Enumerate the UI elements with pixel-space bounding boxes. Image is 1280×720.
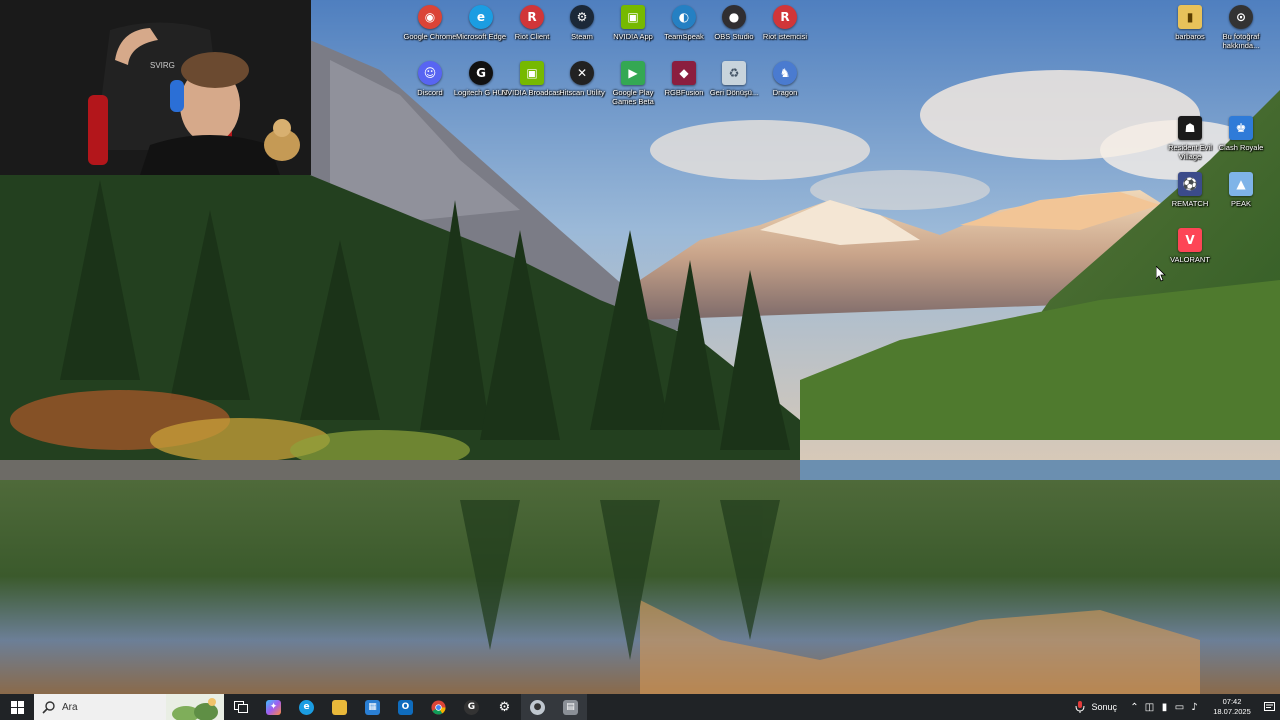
- desktop-icon-label: VALORANT: [1170, 255, 1210, 264]
- clock[interactable]: 07:42 18.07.2025: [1206, 697, 1258, 717]
- tray-volume-button[interactable]: ♪: [1187, 694, 1202, 720]
- obs-icon: ●: [722, 5, 746, 29]
- taskbar-app-file-explorer[interactable]: [323, 694, 356, 720]
- google-play-games-icon: ▶: [621, 61, 645, 85]
- desktop-icon-label: Clash Royale: [1218, 143, 1264, 152]
- weather-text: Sonuç: [1091, 702, 1117, 712]
- settings-icon: ⚙: [498, 699, 511, 715]
- valorant-icon: V: [1178, 228, 1202, 252]
- clock-date: 18.07.2025: [1213, 707, 1251, 716]
- tray-camera-button[interactable]: ◫: [1142, 694, 1157, 720]
- steam-icon: ⚙: [570, 5, 594, 29]
- obs-icon: ●: [530, 699, 545, 715]
- taskbar-app-outlook[interactable]: O: [389, 694, 422, 720]
- rematch-icon: ⚽: [1178, 172, 1202, 196]
- desktop-icon-label: Bu fotoğraf hakkında...: [1222, 32, 1260, 50]
- discord-icon: ☺: [418, 61, 442, 85]
- desktop-icon-resident-evil-village[interactable]: ☗ Resident Evil Village: [1164, 116, 1216, 161]
- svg-text:SVIRG: SVIRG: [150, 61, 175, 70]
- camera-icon: ◫: [1144, 701, 1155, 713]
- mic-tray-icon: ▮: [1161, 701, 1168, 713]
- taskbar-app-edge[interactable]: e: [290, 694, 323, 720]
- notification-center-button[interactable]: [1258, 694, 1280, 720]
- tray-mic-button[interactable]: ▮: [1157, 694, 1172, 720]
- desktop-icon-google-play-games[interactable]: ▶ Google Play Games Beta: [607, 61, 659, 106]
- nvidia-broadcast-icon: ▣: [520, 61, 544, 85]
- volume-icon: ♪: [1191, 701, 1198, 713]
- search-icon: [42, 701, 55, 714]
- search-placeholder: Ara: [62, 701, 78, 713]
- clash-royale-icon: ♚: [1229, 116, 1253, 140]
- taskbar-app-ghub[interactable]: G: [455, 694, 488, 720]
- hitscan-icon: ✕: [570, 61, 594, 85]
- desktop-icon-clash-royale[interactable]: ♚ Clash Royale: [1215, 116, 1267, 152]
- file-explorer-icon: [332, 699, 347, 715]
- desktop-icon-photo-info[interactable]: ⊙ Bu fotoğraf hakkında...: [1215, 5, 1267, 50]
- desktop-icon-riot-istemcisi[interactable]: R Riot istemcisi: [759, 5, 811, 41]
- webcam-overlay: SVIRG: [0, 0, 311, 175]
- taskbar-app-copilot[interactable]: ✦: [257, 694, 290, 720]
- tray-network-button[interactable]: ▭: [1172, 694, 1187, 720]
- logitech-ghub-icon: G: [469, 61, 493, 85]
- dragon-icon: ♞: [773, 61, 797, 85]
- desktop-icon-label: Dragon: [772, 88, 798, 97]
- chevron-up-icon: ⌃: [1130, 701, 1139, 713]
- taskbar-app-microsoft-store[interactable]: ▦: [356, 694, 389, 720]
- desktop-icon-peak[interactable]: ▲ PEAK: [1215, 172, 1267, 208]
- app-window-icon: ▤: [563, 699, 578, 715]
- nvidia-app-icon: ▣: [621, 5, 645, 29]
- taskbar-app-settings[interactable]: ⚙: [488, 694, 521, 720]
- notification-icon: [1263, 701, 1275, 711]
- teamspeak-icon: ◐: [672, 5, 696, 29]
- resident-evil-icon: ☗: [1178, 116, 1202, 140]
- microphone-icon: [1075, 701, 1085, 713]
- search-highlight-illustration: [166, 694, 224, 720]
- search-box[interactable]: Ara: [34, 694, 224, 720]
- mouse-cursor-icon: [1156, 266, 1166, 282]
- chrome-icon: ◉: [418, 5, 442, 29]
- recycle-bin-icon: ♻: [722, 61, 746, 85]
- edge-icon: e: [469, 5, 493, 29]
- desktop-icon-label: Riot istemcisi: [762, 32, 808, 41]
- task-view-icon: [233, 701, 248, 713]
- taskbar: Ara ✦ e ▦ O G ⚙ ● ▤ Sonuç ⌃ ◫ ▮ ▭ ♪ 07:4…: [0, 694, 1280, 720]
- riot-istemcisi-icon: R: [773, 5, 797, 29]
- chrome-icon: [431, 699, 446, 715]
- ghub-icon: G: [464, 699, 479, 715]
- desktop-icon-label: PEAK: [1230, 199, 1251, 208]
- photo-info-icon: ⊙: [1229, 5, 1253, 29]
- riot-client-icon: R: [520, 5, 544, 29]
- network-icon: ▭: [1174, 701, 1185, 713]
- clock-time: 07:42: [1222, 697, 1242, 706]
- taskbar-app-window[interactable]: ▤: [554, 694, 587, 720]
- taskbar-app-task-view[interactable]: [224, 694, 257, 720]
- system-tray: Sonuç ⌃ ◫ ▮ ▭ ♪ 07:42 18.07.2025: [1075, 694, 1280, 720]
- rgbfusion-icon: ◆: [672, 61, 696, 85]
- windows-logo-icon: [10, 700, 24, 714]
- show-hidden-icons-button[interactable]: ⌃: [1127, 694, 1142, 720]
- desktop-icon-valorant[interactable]: V VALORANT: [1164, 228, 1216, 264]
- user-folder-icon: ▮: [1178, 5, 1202, 29]
- taskbar-app-chrome[interactable]: [422, 694, 455, 720]
- outlook-icon: O: [398, 699, 413, 715]
- peak-icon: ▲: [1229, 172, 1253, 196]
- microsoft-store-icon: ▦: [365, 699, 380, 715]
- desktop-icon-dragon[interactable]: ♞ Dragon: [759, 61, 811, 97]
- taskbar-app-obs[interactable]: ●: [521, 694, 554, 720]
- copilot-icon: ✦: [266, 699, 281, 715]
- edge-icon: e: [299, 699, 314, 715]
- start-button[interactable]: [0, 694, 34, 720]
- weather-widget[interactable]: Sonuç: [1075, 701, 1117, 713]
